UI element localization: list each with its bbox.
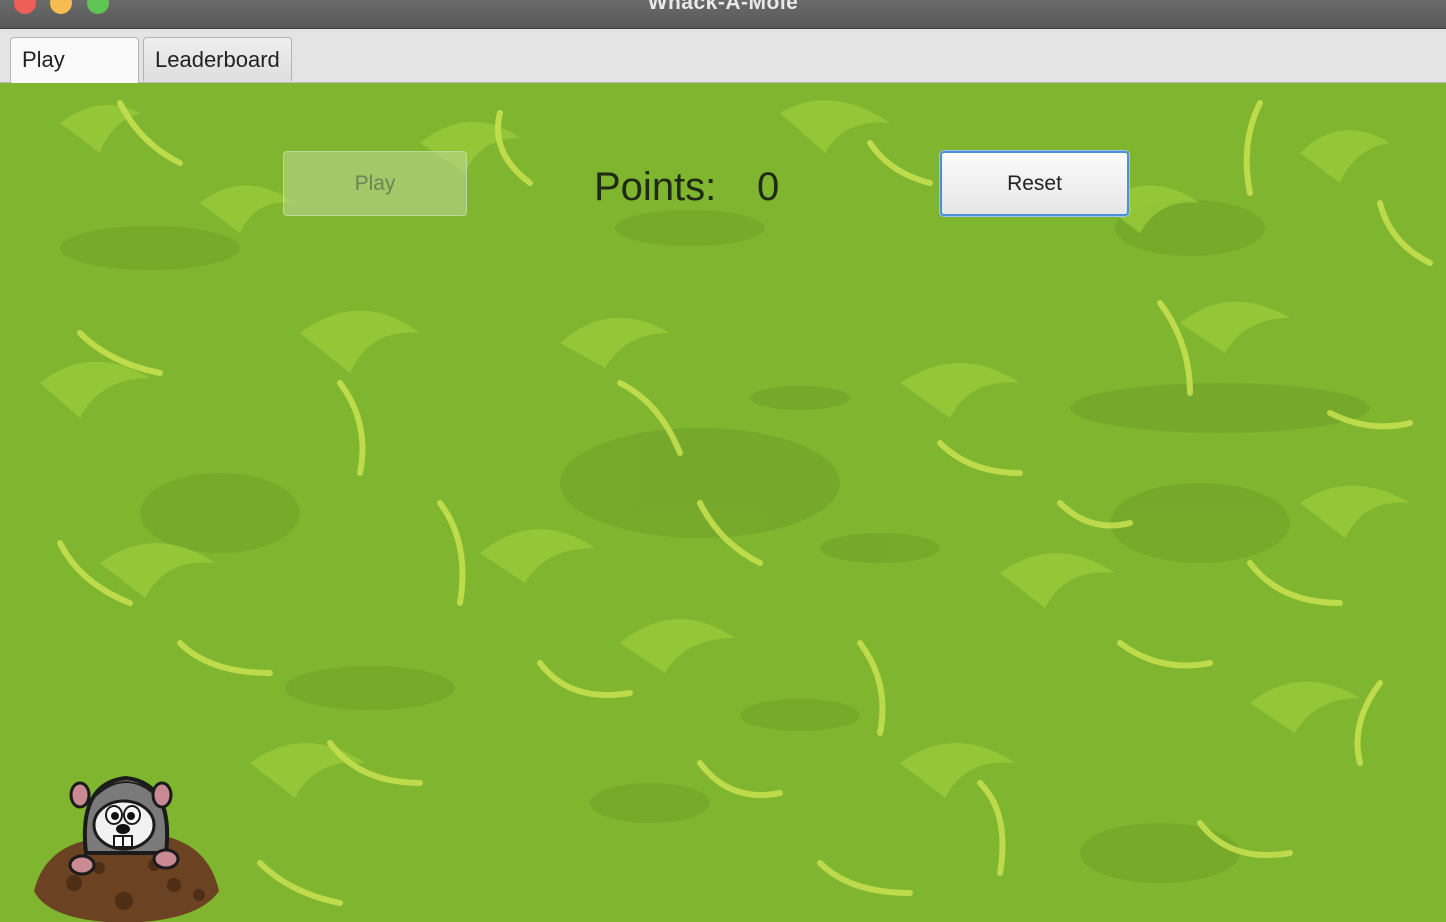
points-value: 0 [757,165,780,209]
tab-play-game[interactable]: Play Game [10,37,139,116]
app-window: Whack-A-Mole Play Game Leaderboard [0,0,1446,922]
title-bar: Whack-A-Mole [0,0,1446,29]
play-button[interactable]: Play [283,151,467,216]
mole-icon[interactable] [34,773,220,922]
window-title: Whack-A-Mole [647,0,799,14]
reset-button[interactable]: Reset [940,151,1129,216]
game-area: Play Points: 0 Reset [0,83,1446,922]
tab-strip: Play Game Leaderboard [0,29,1446,116]
points-label: Points: [594,165,717,209]
tab-leaderboard[interactable]: Leaderboard [143,37,292,81]
